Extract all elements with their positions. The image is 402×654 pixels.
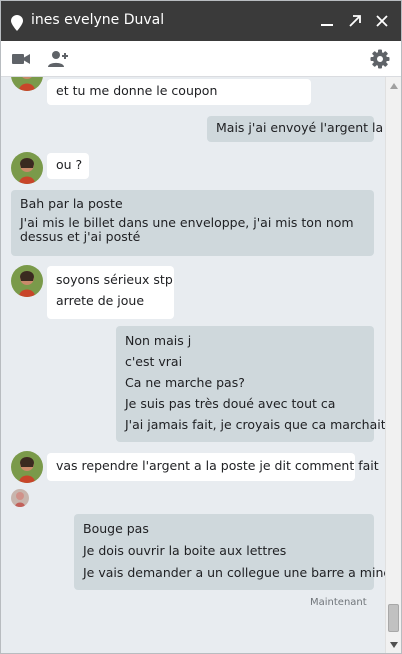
scrollbar-thumb[interactable]: [388, 604, 399, 632]
scrollbar[interactable]: [385, 77, 401, 653]
message-text: Bouge pas: [83, 521, 149, 536]
avatar: [11, 451, 43, 483]
message-text: c'est vrai: [125, 354, 183, 369]
avatar: [11, 77, 43, 91]
message-text: Non mais j: [125, 333, 192, 348]
add-person-icon[interactable]: [47, 48, 69, 70]
read-receipt-avatar: [11, 489, 29, 507]
message-text: J'ai mis le billet dans une enveloppe, j…: [20, 215, 354, 230]
message-bubble: et tu me donne le coupon: [47, 79, 311, 105]
chat-window: ines evelyne Duval et tu me donne le cou…: [0, 0, 402, 654]
message-list: et tu me donne le coupon Mais j'ai envoy…: [1, 77, 385, 653]
chat-toolbar: [1, 41, 401, 77]
message-text: J'ai jamais fait, je croyais que ca marc…: [125, 417, 385, 432]
message-bubble: vas rependre l'argent a la poste je dit …: [47, 453, 379, 481]
message-text: dessus et j'ai posté: [20, 229, 141, 244]
avatar: [11, 265, 43, 297]
message-text: arrete de joue: [56, 293, 145, 308]
message-text: Je dois ouvrir la boite aux lettres: [83, 543, 287, 558]
contact-name[interactable]: ines evelyne Duval: [31, 12, 164, 28]
chat-titlebar[interactable]: ines evelyne Duval: [1, 1, 401, 41]
status-icon: [11, 15, 23, 31]
message-text: soyons sérieux stp: [56, 272, 173, 287]
message-text: et tu me donne le coupon: [56, 83, 218, 98]
message-text: Mais j'ai envoyé l'argent la: [216, 120, 384, 135]
message-bubble: Bah par la poste J'ai mis le billet dans…: [11, 190, 374, 256]
message-bubble: Bouge pas Je dois ouvrir la boite aux le…: [74, 514, 385, 590]
message-text: Je suis pas très doué avec tout ca: [125, 396, 336, 411]
video-call-icon[interactable]: [10, 48, 32, 70]
message-text: Bah par la poste: [20, 196, 123, 211]
message-bubble: Mais j'ai envoyé l'argent la: [207, 116, 384, 142]
scroll-down-icon[interactable]: [390, 642, 398, 648]
scroll-up-icon[interactable]: [390, 83, 398, 89]
message-text: Je vais demander a un collegue une barre…: [83, 565, 385, 580]
close-icon[interactable]: [374, 13, 390, 29]
message-text: vas rependre l'argent a la poste je dit …: [56, 458, 379, 473]
message-bubble: ou ?: [47, 153, 89, 179]
minimize-icon[interactable]: [319, 13, 335, 29]
message-text: Ca ne marche pas?: [125, 375, 245, 390]
message-bubble: Non mais j c'est vrai Ca ne marche pas? …: [116, 326, 385, 442]
message-bubble: soyons sérieux stp arrete de joue: [47, 266, 174, 319]
settings-icon[interactable]: [369, 48, 391, 70]
message-text: ou ?: [56, 157, 83, 172]
popout-icon[interactable]: [347, 13, 363, 29]
avatar: [11, 152, 43, 184]
message-timestamp: Maintenant: [310, 597, 367, 608]
